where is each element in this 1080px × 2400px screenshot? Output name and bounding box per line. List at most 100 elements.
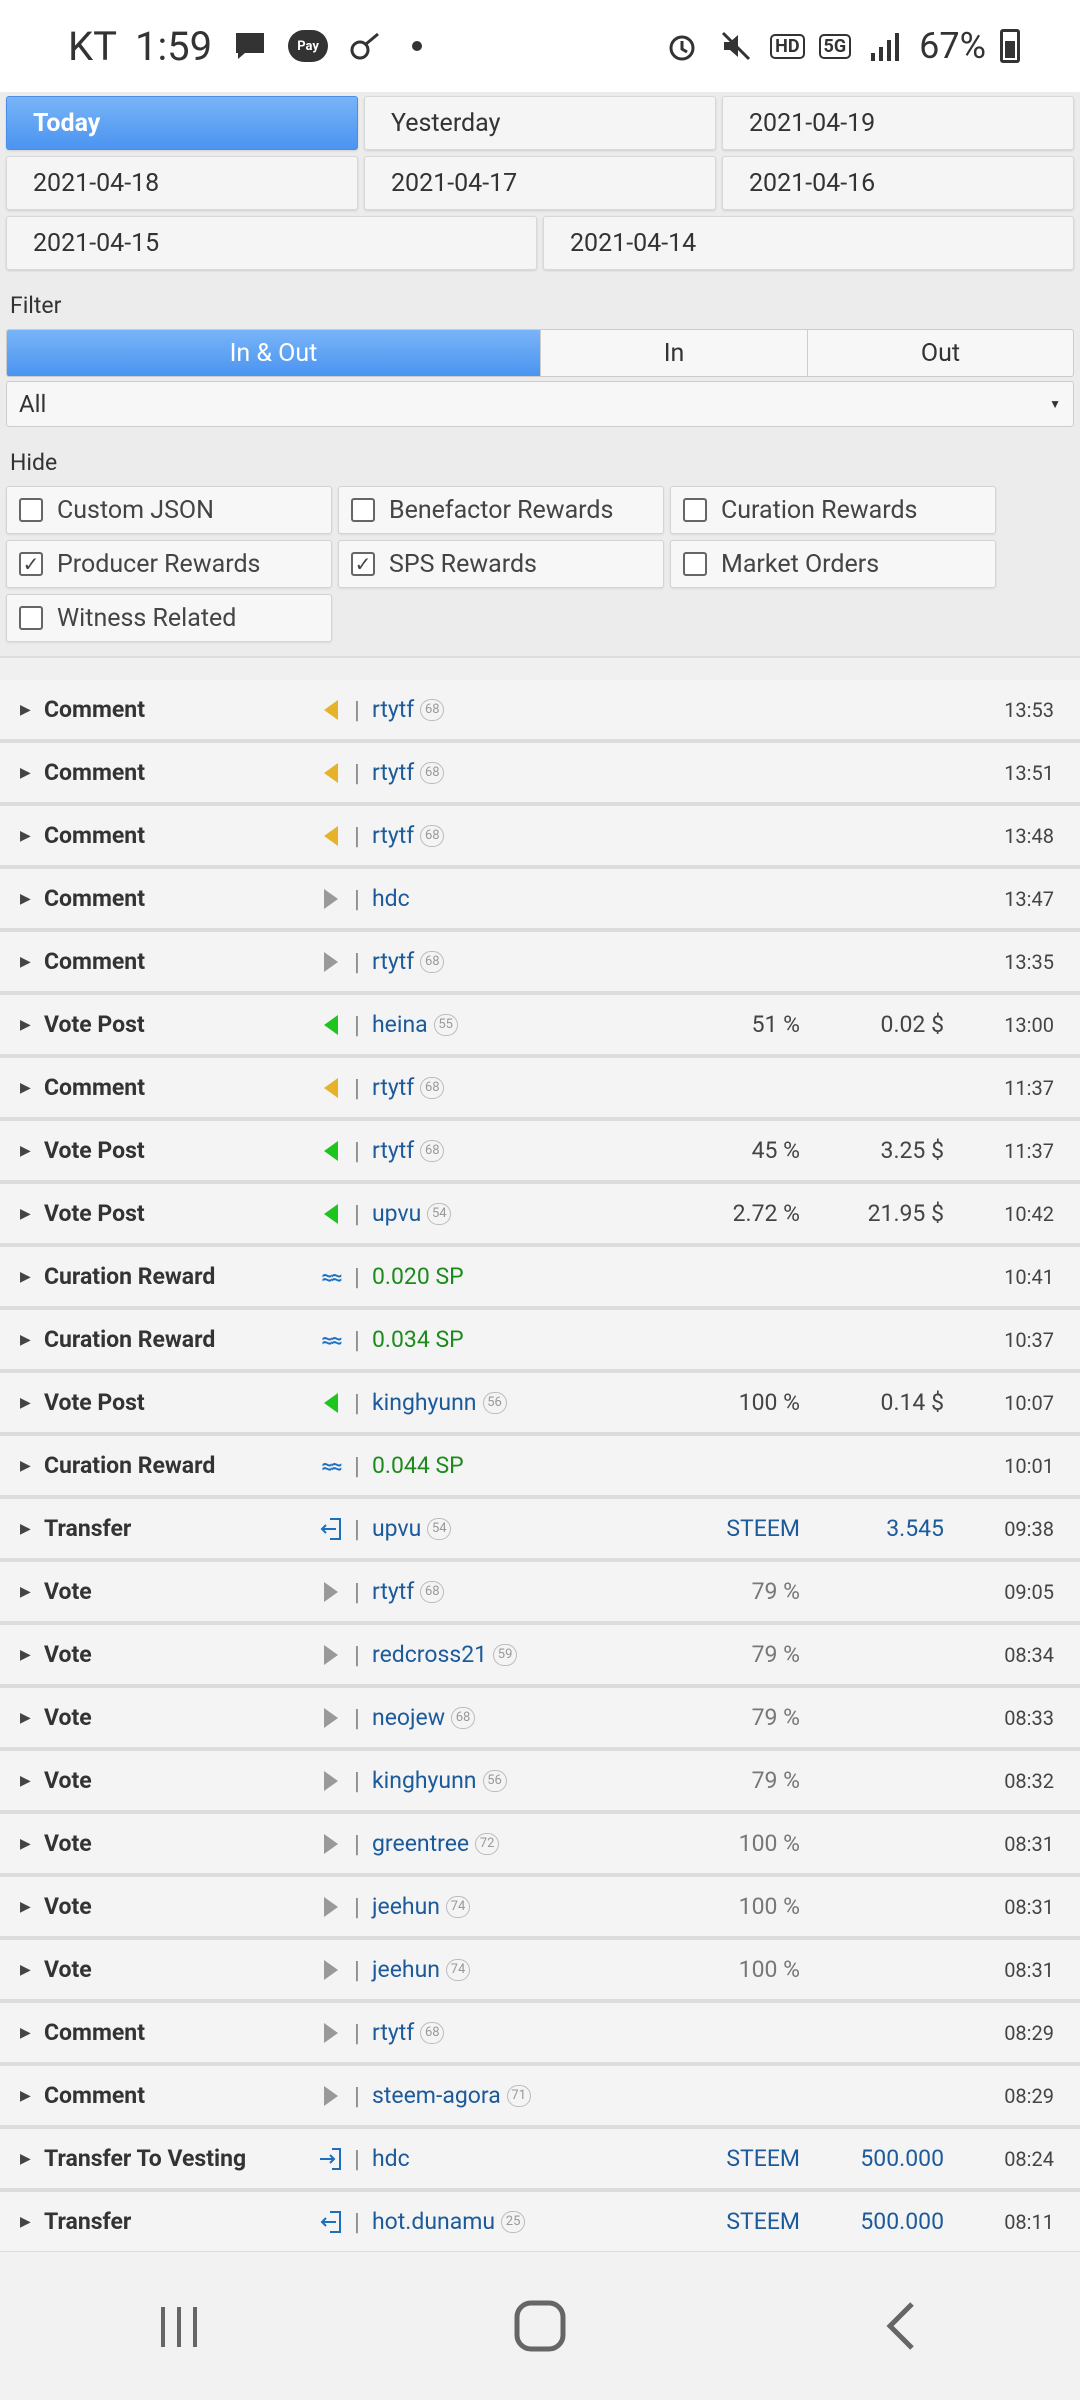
expand-caret-icon[interactable]: ▶ <box>20 1584 31 1600</box>
counterparty-name[interactable]: rtytf <box>372 1074 414 1101</box>
counterparty[interactable]: steem-agora 71 <box>372 2082 531 2109</box>
transaction-row[interactable]: ▶ Transfer To Vesting | hdc STEEM 500.000 08:2… <box>0 2129 1080 2192</box>
counterparty-name[interactable]: kinghyunn <box>372 1767 477 1794</box>
counterparty[interactable]: rtytf 68 <box>372 759 445 786</box>
expand-caret-icon[interactable]: ▶ <box>20 702 31 718</box>
counterparty-name[interactable]: rtytf <box>372 1578 414 1605</box>
transaction-row[interactable]: ▶ Curation Reward ≈≈ | 0.034 SP 10:37 <box>0 1310 1080 1373</box>
expand-caret-icon[interactable]: ▶ <box>20 1332 31 1348</box>
hide-sps-rewards-checkbox[interactable]: ✓ SPS Rewards <box>338 540 664 588</box>
counterparty[interactable]: hot.dunamu 25 <box>372 2208 526 2235</box>
expand-caret-icon[interactable]: ▶ <box>20 2151 31 2167</box>
expand-caret-icon[interactable]: ▶ <box>20 1962 31 1978</box>
transaction-row[interactable]: ▶ Vote | redcross21 59 79 % 08:34 <box>0 1625 1080 1688</box>
transaction-row[interactable]: ▶ Comment | hdc 13:47 <box>0 869 1080 932</box>
hide-curation-rewards-checkbox[interactable]: Curation Rewards <box>670 486 996 534</box>
counterparty-name[interactable]: rtytf <box>372 759 414 786</box>
counterparty-name[interactable]: rtytf <box>372 696 414 723</box>
date-2021-04-14-button[interactable]: 2021-04-14 <box>543 216 1074 270</box>
filter-out-tab[interactable]: Out <box>808 330 1073 376</box>
transaction-row[interactable]: ▶ Vote Post | upvu 54 2.72 % 21.95 $ 10:42 <box>0 1184 1080 1247</box>
counterparty[interactable]: rtytf 68 <box>372 822 445 849</box>
expand-caret-icon[interactable]: ▶ <box>20 1710 31 1726</box>
counterparty-name[interactable]: steem-agora <box>372 2082 501 2109</box>
transaction-row[interactable]: ▶ Curation Reward ≈≈ | 0.020 SP 10:41 <box>0 1247 1080 1310</box>
expand-caret-icon[interactable]: ▶ <box>20 828 31 844</box>
counterparty-name[interactable]: redcross21 <box>372 1641 487 1668</box>
date-2021-04-16-button[interactable]: 2021-04-16 <box>722 156 1074 210</box>
expand-caret-icon[interactable]: ▶ <box>20 1017 31 1033</box>
filter-in-out-tab[interactable]: In & Out <box>7 330 541 376</box>
transaction-row[interactable]: ▶ Comment | rtytf 68 13:48 <box>0 806 1080 869</box>
hide-producer-rewards-checkbox[interactable]: ✓ Producer Rewards <box>6 540 332 588</box>
date-2021-04-17-button[interactable]: 2021-04-17 <box>364 156 716 210</box>
counterparty[interactable]: rtytf 68 <box>372 1137 445 1164</box>
transaction-row[interactable]: ▶ Vote | jeehun 74 100 % 08:31 <box>0 1877 1080 1940</box>
date-yesterday-button[interactable]: Yesterday <box>364 96 716 150</box>
expand-caret-icon[interactable]: ▶ <box>20 954 31 970</box>
expand-caret-icon[interactable]: ▶ <box>20 1080 31 1096</box>
counterparty[interactable]: redcross21 59 <box>372 1641 518 1668</box>
expand-caret-icon[interactable]: ▶ <box>20 1206 31 1222</box>
expand-caret-icon[interactable]: ▶ <box>20 1836 31 1852</box>
back-button[interactable] <box>840 2286 960 2366</box>
transaction-row[interactable]: ▶ Transfer | upvu 54 STEEM 3.545 09:38 <box>0 1499 1080 1562</box>
expand-caret-icon[interactable]: ▶ <box>20 1458 31 1474</box>
transaction-row[interactable]: ▶ Vote | jeehun 74 100 % 08:31 <box>0 1940 1080 2003</box>
transaction-row[interactable]: ▶ Comment | rtytf 68 13:35 <box>0 932 1080 995</box>
filter-in-tab[interactable]: In <box>541 330 808 376</box>
transaction-row[interactable]: ▶ Vote | greentree 72 100 % 08:31 <box>0 1814 1080 1877</box>
transaction-row[interactable]: ▶ Comment | rtytf 68 08:29 <box>0 2003 1080 2066</box>
counterparty-name[interactable]: hot.dunamu <box>372 2208 495 2235</box>
hide-market-orders-checkbox[interactable]: Market Orders <box>670 540 996 588</box>
expand-caret-icon[interactable]: ▶ <box>20 1647 31 1663</box>
counterparty[interactable]: hdc <box>372 2145 410 2172</box>
expand-caret-icon[interactable]: ▶ <box>20 1773 31 1789</box>
transaction-row[interactable]: ▶ Comment | rtytf 68 13:53 <box>0 680 1080 743</box>
transaction-row[interactable]: ▶ Vote | kinghyunn 56 79 % 08:32 <box>0 1751 1080 1814</box>
counterparty-name[interactable]: upvu <box>372 1515 421 1542</box>
transaction-row[interactable]: ▶ Comment | rtytf 68 11:37 <box>0 1058 1080 1121</box>
transaction-row[interactable]: ▶ Vote Post | rtytf 68 45 % 3.25 $ 11:37 <box>0 1121 1080 1184</box>
counterparty[interactable]: rtytf 68 <box>372 1074 445 1101</box>
counterparty[interactable]: upvu 54 <box>372 1200 452 1227</box>
counterparty-name[interactable]: neojew <box>372 1704 445 1731</box>
counterparty[interactable]: rtytf 68 <box>372 696 445 723</box>
transaction-row[interactable]: ▶ Vote | neojew 68 79 % 08:33 <box>0 1688 1080 1751</box>
counterparty-name[interactable]: jeehun <box>372 1956 440 1983</box>
type-select[interactable]: All ▼ <box>6 381 1074 427</box>
date-2021-04-18-button[interactable]: 2021-04-18 <box>6 156 358 210</box>
date-2021-04-19-button[interactable]: 2021-04-19 <box>722 96 1074 150</box>
counterparty[interactable]: jeehun 74 <box>372 1956 470 1983</box>
counterparty[interactable]: rtytf 68 <box>372 2019 445 2046</box>
date-2021-04-15-button[interactable]: 2021-04-15 <box>6 216 537 270</box>
counterparty-name[interactable]: hdc <box>372 885 410 912</box>
counterparty-name[interactable]: rtytf <box>372 822 414 849</box>
expand-caret-icon[interactable]: ▶ <box>20 1899 31 1915</box>
expand-caret-icon[interactable]: ▶ <box>20 2214 31 2230</box>
expand-caret-icon[interactable]: ▶ <box>20 1143 31 1159</box>
counterparty-name[interactable]: heina <box>372 1011 428 1038</box>
home-button[interactable] <box>480 2286 600 2366</box>
hide-witness-related-checkbox[interactable]: Witness Related <box>6 594 332 642</box>
counterparty[interactable]: rtytf 68 <box>372 1578 445 1605</box>
counterparty[interactable]: kinghyunn 56 <box>372 1389 507 1416</box>
expand-caret-icon[interactable]: ▶ <box>20 1395 31 1411</box>
counterparty[interactable]: hdc <box>372 885 410 912</box>
transaction-row[interactable]: ▶ Vote Post | heina 55 51 % 0.02 $ 13:00 <box>0 995 1080 1058</box>
transaction-row[interactable]: ▶ Comment | rtytf 68 13:51 <box>0 743 1080 806</box>
counterparty-name[interactable]: jeehun <box>372 1893 440 1920</box>
expand-caret-icon[interactable]: ▶ <box>20 1269 31 1285</box>
hide-custom-json-checkbox[interactable]: Custom JSON <box>6 486 332 534</box>
counterparty[interactable]: kinghyunn 56 <box>372 1767 507 1794</box>
transaction-row[interactable]: ▶ Vote | rtytf 68 79 % 09:05 <box>0 1562 1080 1625</box>
counterparty[interactable]: jeehun 74 <box>372 1893 470 1920</box>
counterparty[interactable]: heina 55 <box>372 1011 458 1038</box>
transaction-row[interactable]: ▶ Curation Reward ≈≈ | 0.044 SP 10:01 <box>0 1436 1080 1499</box>
expand-caret-icon[interactable]: ▶ <box>20 2088 31 2104</box>
hide-benefactor-rewards-checkbox[interactable]: Benefactor Rewards <box>338 486 664 534</box>
counterparty-name[interactable]: greentree <box>372 1830 469 1857</box>
counterparty[interactable]: upvu 54 <box>372 1515 452 1542</box>
recent-apps-button[interactable] <box>120 2286 240 2366</box>
counterparty-name[interactable]: rtytf <box>372 948 414 975</box>
